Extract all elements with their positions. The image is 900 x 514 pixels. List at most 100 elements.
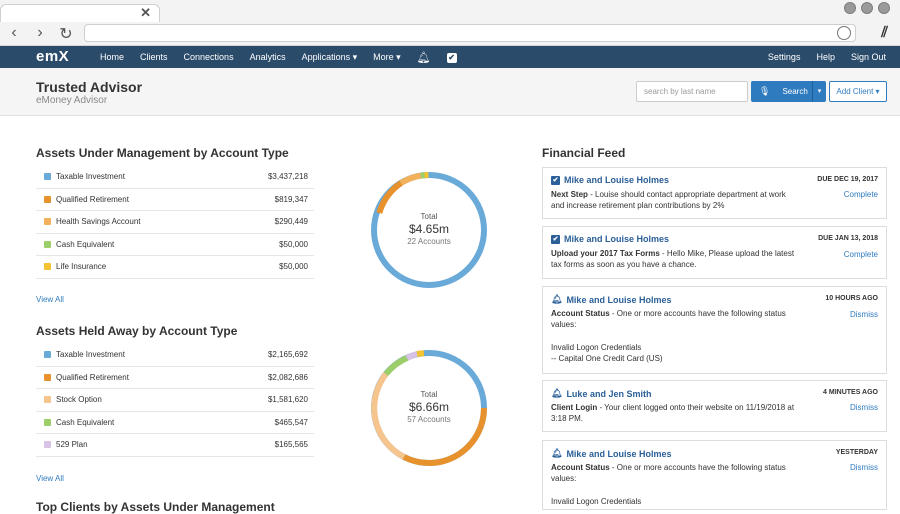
nav-applications[interactable]: Applications ▾ <box>294 52 366 63</box>
held-away-view-all-link[interactable]: View All <box>36 474 64 483</box>
held-row-qualified[interactable]: Qualified Retirement$2,082,686 <box>36 367 314 390</box>
bell-icon: 🔔︎ <box>551 294 562 305</box>
nav-home[interactable]: Home <box>92 52 132 62</box>
search-button[interactable]: 🎙︎ Search ▾ <box>751 81 826 102</box>
feed-client-link[interactable]: 🔔︎Mike and Louise Holmes <box>551 448 671 459</box>
minimize-icon[interactable] <box>844 2 856 14</box>
aum-donut-center: Total $4.65m 22 Accounts <box>369 212 489 246</box>
aum-view-all-link[interactable]: View All <box>36 295 64 304</box>
nav-sign-out[interactable]: Sign Out <box>843 52 894 62</box>
feed-card: 🔔︎ Mike and Louise Holmes 10 HOURS AGO Di… <box>542 286 887 374</box>
aum-row-hsa[interactable]: Health Savings Account$290,449 <box>36 211 314 234</box>
held-row-529[interactable]: 529 Plan$165,565 <box>36 434 314 457</box>
held-donut-other <box>417 353 424 354</box>
account-value: $465,547 <box>275 418 308 427</box>
page-subtitle: eMoney Advisor <box>36 95 107 106</box>
held-row-taxable[interactable]: Taxable Investment$2,165,692 <box>36 344 314 367</box>
swatch <box>44 351 51 358</box>
search-button-label: Search <box>782 87 807 96</box>
reload-icon[interactable]: ↻ <box>58 24 74 44</box>
bell-icon[interactable]: 🔔︎ <box>409 51 439 64</box>
maximize-icon[interactable] <box>861 2 873 14</box>
feed-client-name: Mike and Louise Holmes <box>566 449 671 459</box>
chevron-down-icon[interactable]: ▾ <box>812 81 826 102</box>
back-icon[interactable]: ‹ <box>6 24 22 44</box>
checkbox-icon: ✔ <box>551 176 560 185</box>
close-window-icon[interactable] <box>878 2 890 14</box>
browser-tab[interactable]: ✕ <box>0 4 160 22</box>
feed-client-link[interactable]: 🔔︎ Mike and Louise Holmes <box>551 294 671 305</box>
nav-analytics[interactable]: Analytics <box>242 52 294 62</box>
account-value: $165,565 <box>275 440 308 449</box>
held-donut-529 <box>407 354 417 358</box>
emx-logo[interactable]: emX <box>36 48 69 65</box>
globe-icon <box>837 26 851 40</box>
account-value: $819,347 <box>275 195 308 204</box>
account-value: $2,082,686 <box>268 373 308 382</box>
feed-status-line: Invalid Logon Credentials <box>551 496 796 507</box>
aum-row-life[interactable]: Life Insurance$50,000 <box>36 256 314 279</box>
account-value: $50,000 <box>279 240 308 249</box>
swatch <box>44 419 51 426</box>
forward-icon[interactable]: › <box>32 24 48 44</box>
aum-row-taxable[interactable]: Taxable Investment$3,437,218 <box>36 166 314 189</box>
page-title: Trusted Advisor <box>36 79 142 95</box>
account-name: Cash Equivalent <box>56 418 275 427</box>
page-header: Trusted Advisor eMoney Advisor search by… <box>0 68 900 116</box>
account-name: Taxable Investment <box>56 172 268 181</box>
feed-card: 🔔︎Mike and Louise Holmes YESTERDAY Dismi… <box>542 440 887 510</box>
url-bar[interactable] <box>84 24 856 42</box>
complete-link[interactable]: Complete <box>844 250 878 259</box>
dismiss-link[interactable]: Dismiss <box>850 403 878 412</box>
search-input[interactable]: search by last name <box>636 81 748 102</box>
aum-row-cash[interactable]: Cash Equivalent$50,000 <box>36 234 314 257</box>
feed-client-link[interactable]: ✔ Mike and Louise Holmes <box>551 175 669 185</box>
account-value: $3,437,218 <box>268 172 308 181</box>
feed-label: Account Status <box>551 309 610 318</box>
account-name: Health Savings Account <box>56 217 275 226</box>
account-name: Cash Equivalent <box>56 240 279 249</box>
close-tab-icon[interactable]: ✕ <box>140 5 151 21</box>
dismiss-link[interactable]: Dismiss <box>850 463 878 472</box>
feed-body: Upload your 2017 Tax Forms - Hello Mike,… <box>551 248 796 270</box>
feed-client-name: Mike and Louise Holmes <box>566 295 671 305</box>
account-name: 529 Plan <box>56 440 275 449</box>
browser-chrome: ✕ ‹ › ↻ ⫽ <box>0 0 900 46</box>
add-client-button[interactable]: Add Client ▾ <box>829 81 887 102</box>
swatch <box>44 218 51 225</box>
feed-client-name: Mike and Louise Holmes <box>564 175 669 185</box>
feed-client-link[interactable]: 🔔︎ Luke and Jen Smith <box>551 388 651 399</box>
feed-date: 10 HOURS AGO <box>825 295 878 302</box>
extension-icon[interactable]: ⫽ <box>881 24 888 41</box>
top-clients-title: Top Clients by Assets Under Management <box>36 500 275 514</box>
feed-client-name: Luke and Jen Smith <box>566 389 651 399</box>
donut-total-label: Total <box>369 390 489 399</box>
held-row-stock[interactable]: Stock Option$1,581,620 <box>36 389 314 412</box>
tasks-checkbox-icon[interactable]: ✔ <box>439 51 465 63</box>
account-name: Qualified Retirement <box>56 373 268 382</box>
donut-total-label: Total <box>369 212 489 221</box>
feed-client-link[interactable]: ✔Mike and Louise Holmes <box>551 234 669 244</box>
account-value: $2,165,692 <box>268 350 308 359</box>
nav-clients[interactable]: Clients <box>132 52 176 62</box>
microphone-icon[interactable]: 🎙︎ <box>759 86 770 97</box>
feed-date: 4 MINUTES AGO <box>823 389 878 396</box>
feed-status-line: Invalid Logon Credentials <box>551 342 796 353</box>
feed-title: Financial Feed <box>542 146 625 160</box>
account-name: Life Insurance <box>56 262 279 271</box>
bell-icon: 🔔︎ <box>551 388 562 399</box>
held-row-cash[interactable]: Cash Equivalent$465,547 <box>36 412 314 435</box>
nav-help[interactable]: Help <box>808 52 843 62</box>
account-name: Qualified Retirement <box>56 195 275 204</box>
complete-link[interactable]: Complete <box>844 190 878 199</box>
nav-settings[interactable]: Settings <box>760 52 809 62</box>
held-away-list: Taxable Investment$2,165,692 Qualified R… <box>36 344 314 457</box>
dismiss-link[interactable]: Dismiss <box>850 310 878 319</box>
feed-label: Upload your 2017 Tax Forms <box>551 249 660 258</box>
nav-more[interactable]: More ▾ <box>365 52 409 63</box>
nav-connections[interactable]: Connections <box>176 52 242 62</box>
aum-row-qualified[interactable]: Qualified Retirement$819,347 <box>36 189 314 212</box>
aum-title: Assets Under Management by Account Type <box>36 146 289 160</box>
swatch <box>44 441 51 448</box>
account-value: $50,000 <box>279 262 308 271</box>
